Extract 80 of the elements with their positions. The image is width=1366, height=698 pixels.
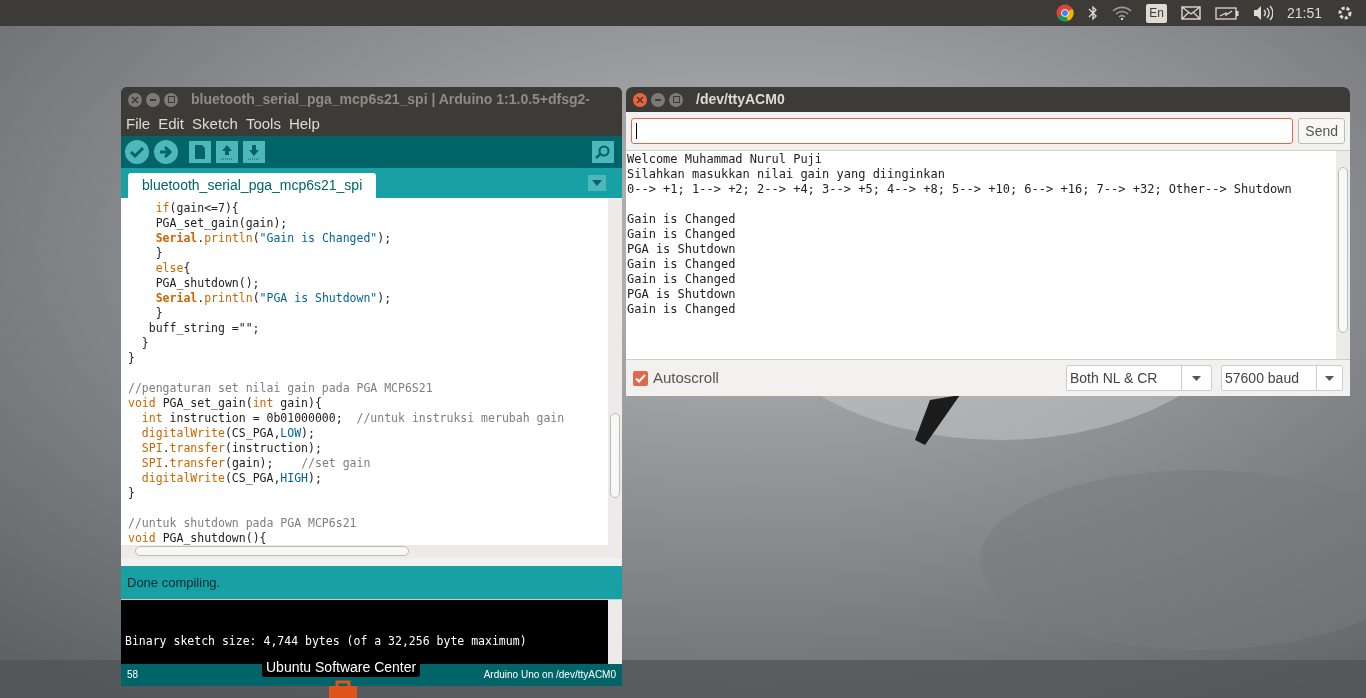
autoscroll-checkbox[interactable] <box>633 370 648 386</box>
tab-menu-button[interactable] <box>588 175 606 191</box>
status-message: Done compiling. <box>127 573 221 592</box>
bluetooth-icon[interactable] <box>1088 5 1099 21</box>
upload-button[interactable] <box>154 140 178 164</box>
code-line: buff_string =""; <box>147 321 260 336</box>
vertical-scrollbar[interactable] <box>1336 151 1350 359</box>
code-line: SPI.transfer(instruction); <box>140 441 322 456</box>
output-line: 0--> +1; 1--> +2; 2--> +4; 3--> +5; 4--> +8; 5--> +10; 6--> +16; 7--> +32; Other--> Shutdown <box>627 182 1292 197</box>
close-button[interactable] <box>128 92 142 107</box>
output-line: Silahkan masukkan nilai gain yang diinginkan <box>627 167 945 182</box>
wifi-icon[interactable] <box>1112 6 1133 20</box>
maximize-button[interactable] <box>164 92 178 107</box>
line-number: 58 <box>127 668 139 682</box>
caret-icon <box>1325 375 1334 381</box>
power-icon[interactable] <box>1336 4 1354 22</box>
code-line: digitalWrite(CS_PGA,LOW); <box>140 426 315 441</box>
menu-item[interactable]: Help <box>288 112 320 136</box>
console-scrollbar[interactable] <box>608 600 622 664</box>
verify-button[interactable] <box>125 140 149 164</box>
code-line: else{ <box>154 261 191 276</box>
output-line: PGA is Shutdown <box>627 287 736 302</box>
output-line: Welcome Muhammad Nurul Puji <box>627 152 823 167</box>
save-button[interactable] <box>243 141 265 163</box>
volume-icon[interactable] <box>1252 5 1273 21</box>
code-line: if(gain<=7){ <box>154 201 239 216</box>
send-button[interactable]: Send <box>1298 118 1345 144</box>
battery-icon[interactable] <box>1214 6 1239 20</box>
code-line: } <box>154 246 163 261</box>
message-input-field[interactable] <box>631 118 1294 144</box>
code-line: PGA_set_gain(gain); <box>154 216 288 231</box>
output-line: Gain is Changed <box>627 272 736 287</box>
code-line: void PGA_set_gain(int gain){ <box>128 396 322 411</box>
divider-handle[interactable] <box>121 558 622 566</box>
output-line: Gain is Changed <box>627 227 736 242</box>
maximize-button[interactable] <box>669 92 683 107</box>
keyboard-layout-indicator[interactable]: En <box>1146 3 1167 23</box>
autoscroll-label[interactable]: Autoscroll <box>653 366 719 390</box>
window-title: bluetooth_serial_pga_mcp6s21_spi | Arduino 1:1.0.5+dfsg2- <box>191 90 591 109</box>
sketch-tab[interactable]: bluetooth_serial_pga_mcp6s21_spi <box>128 173 377 198</box>
menu-item[interactable]: Tools <box>245 112 281 136</box>
clock[interactable]: 21:51 <box>1286 2 1322 24</box>
output-line: Gain is Changed <box>627 302 736 317</box>
mail-icon[interactable] <box>1180 6 1201 20</box>
serial-monitor-button[interactable] <box>592 141 614 163</box>
caret-icon <box>592 180 602 186</box>
bag-icon[interactable] <box>329 680 357 698</box>
code-line: //pengaturan set nilai gain pada PGA MCP6S21 <box>128 381 433 396</box>
code-line: int instruction = 0b01000000; //untuk instruksi merubah gain <box>140 411 565 426</box>
minimize-button[interactable] <box>146 92 160 107</box>
console-line: Binary sketch size: 4,744 bytes (of a 32,256 byte maximum) <box>125 632 527 650</box>
vertical-scrollbar[interactable] <box>608 198 622 545</box>
new-button[interactable] <box>189 141 211 163</box>
code-line: } <box>128 351 135 366</box>
open-button[interactable] <box>216 141 238 163</box>
output-line: PGA is Shutdown <box>627 242 736 257</box>
minimize-button[interactable] <box>651 92 665 107</box>
code-line: } <box>140 336 149 351</box>
code-line: Serial.println("Gain is Changed"); <box>154 231 392 246</box>
close-button[interactable] <box>633 92 647 107</box>
code-line: //untuk shutdown pada PGA MCP6s21 <box>128 516 357 531</box>
caret-icon <box>1192 375 1201 381</box>
menu-item[interactable]: File <box>126 112 151 136</box>
code-line: } <box>128 486 135 501</box>
code-line: void PGA_shutdown(){ <box>128 531 267 545</box>
window-title: /dev/ttyACM0 <box>696 90 785 109</box>
output-line: Gain is Changed <box>627 212 736 227</box>
code-line: SPI.transfer(gain); //set gain <box>140 456 371 471</box>
code-line: PGA_shutdown(); <box>154 276 260 291</box>
menu-item[interactable]: Edit <box>158 112 185 136</box>
line-ending-dropdown[interactable]: Both NL & CR <box>1066 365 1212 391</box>
code-line: Serial.println("PGA is Shutdown"); <box>154 291 392 306</box>
code-line: } <box>154 306 163 321</box>
baud-rate-dropdown[interactable]: 57600 baud <box>1221 365 1343 391</box>
horizontal-scrollbar[interactable] <box>121 545 622 558</box>
menu-item[interactable]: Sketch <box>192 112 238 136</box>
board-port-label: Arduino Uno on /dev/ttyACM0 <box>483 668 616 682</box>
code-line: digitalWrite(CS_PGA,HIGH); <box>140 471 322 486</box>
browser-icon[interactable] <box>1056 4 1075 22</box>
output-line: Gain is Changed <box>627 257 736 272</box>
